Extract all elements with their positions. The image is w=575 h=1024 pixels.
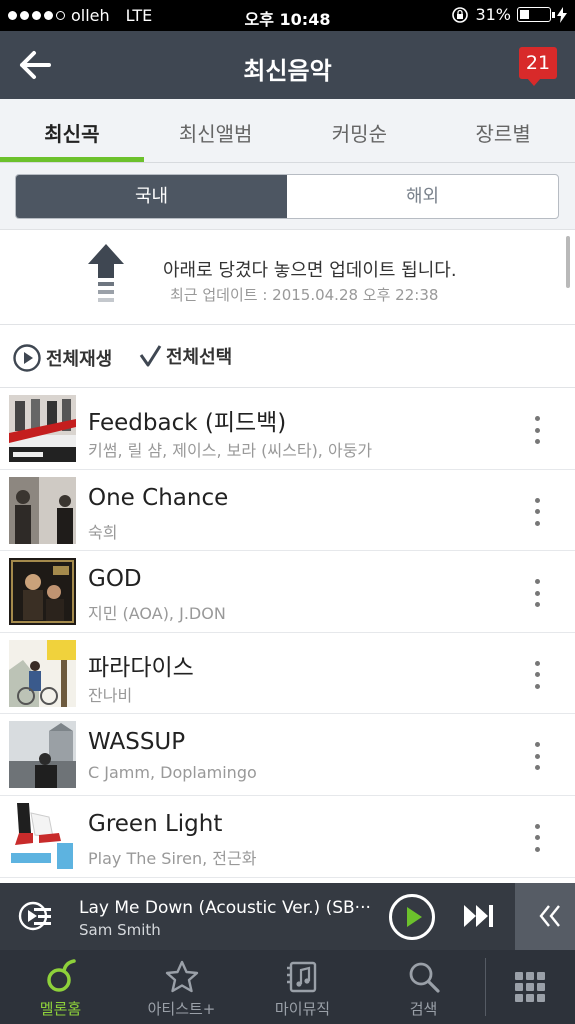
player-collapse-button[interactable] [515, 883, 575, 950]
search-icon [409, 962, 440, 993]
melon-home-icon [47, 959, 76, 992]
play-all-label: 전체재생 [46, 349, 113, 370]
nav-divider [485, 958, 486, 1016]
double-chevron-left-icon [539, 905, 560, 927]
song-list: Feedback (피드백) 키썸, 릴 샴, 제이스, 보라 (씨스타), 아… [0, 388, 575, 878]
domestic-button[interactable]: 국내 [16, 175, 287, 218]
song-artist: 키썸, 릴 샴, 제이스, 보라 (씨스타), 아둥가 [88, 441, 373, 460]
album-art-feedback [9, 395, 76, 462]
more-options-icon[interactable] [532, 579, 542, 608]
up-arrow-icon [88, 244, 124, 302]
more-options-icon[interactable] [532, 742, 542, 771]
my-music-icon [287, 961, 317, 993]
song-title: One Chance [88, 484, 229, 511]
last-update-time: 최근 업데이트 : 2015.04.28 오후 22:38 [170, 286, 439, 304]
song-artist: 지민 (AOA), J.DON [88, 604, 226, 624]
nav-label: 멜론홈 [39, 1000, 82, 1018]
next-track-icon[interactable] [462, 903, 496, 929]
album-art-wassup [9, 721, 76, 789]
nav-artist-plus[interactable]: 아티스트+ [121, 950, 242, 1024]
more-options-icon[interactable] [532, 660, 542, 689]
grid-menu-icon[interactable] [505, 964, 555, 1010]
now-playing-artist: Sam Smith [79, 921, 161, 939]
rotation-lock-icon [452, 6, 469, 23]
refresh-message: 아래로 당겼다 놓으면 업데이트 됩니다. [163, 260, 457, 281]
play-circle-icon [13, 344, 41, 372]
play-all-button[interactable]: 전체재생 [12, 343, 112, 373]
song-row[interactable]: One Chance 숙희 [0, 469, 575, 552]
song-artist: 잔나비 [88, 685, 133, 705]
album-art-god [9, 558, 76, 626]
album-art-green-light [9, 802, 76, 870]
scroll-indicator [566, 236, 570, 288]
status-bar: olleh LTE 오후 10:48 31% [0, 0, 575, 31]
select-all-button[interactable]: 전체선택 [138, 343, 232, 369]
album-art-paradise [9, 639, 76, 707]
status-right: 31% [451, 5, 567, 24]
nav-label: 검색 [409, 1000, 438, 1018]
tab-latest-songs[interactable]: 최신곡 [0, 99, 144, 162]
song-artist: C Jamm, Doplamingo [88, 763, 257, 783]
pull-to-refresh: 아래로 당겼다 놓으면 업데이트 됩니다. 최근 업데이트 : 2015.04.… [0, 230, 575, 325]
song-row[interactable]: GOD 지민 (AOA), J.DON [0, 551, 575, 633]
page-title: 최신음악 [243, 57, 332, 85]
play-button[interactable] [389, 894, 435, 940]
battery-icon [517, 7, 555, 22]
nav-label: 아티스트+ [147, 1000, 216, 1018]
tab-coming-soon[interactable]: 커밍순 [288, 99, 432, 162]
more-options-icon[interactable] [532, 416, 542, 444]
mini-player[interactable]: Lay Me Down (Acoustic Ver.) (SB··· Sam S… [0, 883, 575, 950]
song-title: GOD [88, 566, 142, 593]
charging-icon [557, 6, 567, 23]
nav-my-music[interactable]: 마이뮤직 [242, 950, 363, 1024]
select-all-label: 전체선택 [166, 347, 233, 368]
song-artist: Play The Siren, 전근화 [88, 848, 257, 868]
nav-label: 마이뮤직 [274, 1000, 331, 1018]
overseas-button[interactable]: 해외 [287, 175, 558, 218]
list-toolbar: 전체재생 전체선택 [0, 325, 575, 388]
play-icon [407, 907, 422, 927]
tab-latest-albums[interactable]: 최신앨범 [144, 99, 288, 162]
star-icon [165, 960, 199, 993]
song-row[interactable]: WASSUP C Jamm, Doplamingo [0, 714, 575, 796]
album-art-one-chance [9, 476, 76, 544]
battery-percent: 31% [475, 5, 511, 24]
song-row[interactable]: 파라다이스 잔나비 [0, 632, 575, 715]
now-playing-title: Lay Me Down (Acoustic Ver.) (SB··· [79, 898, 371, 918]
checkmark-icon [139, 345, 162, 367]
more-options-icon[interactable] [532, 497, 542, 526]
app-header: 최신음악 21 [0, 31, 575, 99]
song-title: WASSUP [88, 729, 186, 756]
more-options-icon[interactable] [532, 823, 542, 852]
tab-by-genre[interactable]: 장르별 [431, 99, 575, 162]
region-segment-area: 국내 해외 [0, 163, 575, 230]
song-title: Feedback (피드백) [88, 410, 287, 436]
category-tabs: 최신곡 최신앨범 커밍순 장르별 [0, 99, 575, 163]
nav-search[interactable]: 검색 [363, 950, 484, 1024]
notification-badge[interactable]: 21 [519, 47, 557, 86]
region-segment: 국내 해외 [15, 174, 559, 219]
playlist-icon[interactable] [18, 901, 52, 931]
nav-melon-home[interactable]: 멜론홈 [0, 950, 121, 1024]
song-title: 파라다이스 [88, 654, 194, 681]
song-row[interactable]: Feedback (피드백) 키썸, 릴 샴, 제이스, 보라 (씨스타), 아… [0, 388, 575, 470]
song-title: Green Light [88, 810, 223, 837]
song-artist: 숙희 [88, 522, 118, 542]
bottom-nav: 멜론홈 아티스트+ 마이뮤직 검색 [0, 950, 575, 1024]
song-row[interactable]: Green Light Play The Siren, 전근화 [0, 795, 575, 878]
